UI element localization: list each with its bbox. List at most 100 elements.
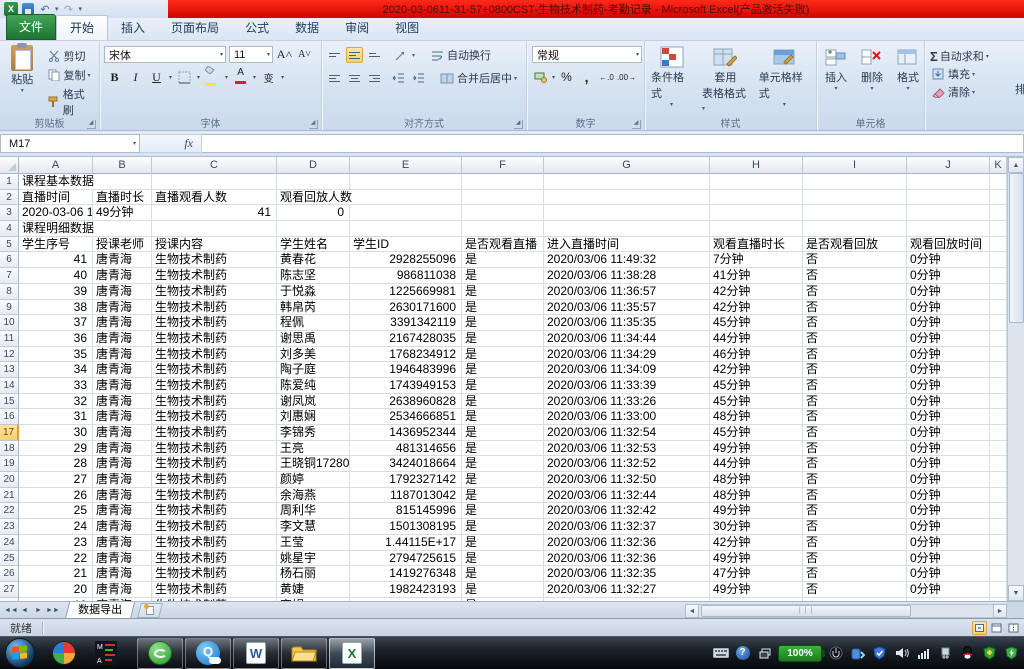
row-header[interactable]: 5 xyxy=(0,237,19,253)
cell[interactable]: 余海燕 xyxy=(277,488,350,504)
paste-dropdown[interactable]: ▾ xyxy=(21,87,24,94)
row-header[interactable]: 2 xyxy=(0,190,19,206)
keyboard-icon[interactable] xyxy=(712,645,729,662)
insert-function-button[interactable]: fx xyxy=(140,134,202,153)
row-header[interactable]: 15 xyxy=(0,394,19,410)
phonetic-guide-button[interactable]: 变 xyxy=(260,69,277,85)
format-as-table-button[interactable]: 套用 表格格式 ▾ xyxy=(698,43,753,117)
network-signal-icon[interactable] xyxy=(915,645,932,662)
cell[interactable]: 1768234912 xyxy=(350,347,462,363)
font-size-select[interactable]: 11▾ xyxy=(229,46,273,63)
cell[interactable]: 黄春花 xyxy=(277,252,350,268)
cell[interactable]: 王晓铜172801 xyxy=(277,456,350,472)
cell[interactable] xyxy=(990,284,1007,300)
merge-center-dropdown[interactable]: ▾ xyxy=(514,75,517,82)
cell[interactable] xyxy=(990,268,1007,284)
cell[interactable]: 41分钟 xyxy=(710,268,803,284)
row-header[interactable]: 16 xyxy=(0,409,19,425)
cell[interactable]: 0分钟 xyxy=(907,551,990,567)
cell[interactable]: 刘惠娴 xyxy=(277,409,350,425)
cell[interactable]: 0分钟 xyxy=(907,488,990,504)
cell[interactable]: 是 xyxy=(462,284,544,300)
cell[interactable]: 唐青海 xyxy=(93,394,152,410)
cell[interactable]: 42分钟 xyxy=(710,362,803,378)
cell[interactable]: 1946483996 xyxy=(350,362,462,378)
cell[interactable] xyxy=(990,394,1007,410)
cell[interactable]: 陈志坚 xyxy=(277,268,350,284)
cell[interactable]: 2020/03/06 11:32:53 xyxy=(544,441,710,457)
cell[interactable]: 否 xyxy=(803,300,907,316)
cell[interactable] xyxy=(990,566,1007,582)
cell[interactable]: 否 xyxy=(803,252,907,268)
cell[interactable]: 0分钟 xyxy=(907,441,990,457)
cell[interactable]: 是 xyxy=(462,394,544,410)
cell[interactable]: 2534666851 xyxy=(350,409,462,425)
cell[interactable]: 29 xyxy=(19,441,93,457)
cell[interactable]: 是否观看直播 xyxy=(462,237,544,253)
cell[interactable]: 2020/03/06 11:32:54 xyxy=(544,425,710,441)
cell[interactable]: 2020/03/06 11:35:57 xyxy=(544,300,710,316)
cell[interactable]: 否 xyxy=(803,535,907,551)
cell[interactable]: 481314656 xyxy=(350,441,462,457)
battery-indicator[interactable]: 100% xyxy=(778,645,822,662)
column-header[interactable]: C xyxy=(152,157,277,174)
cell[interactable] xyxy=(462,174,544,190)
cell[interactable]: 观看回放人数 xyxy=(277,190,350,206)
cell[interactable]: 23 xyxy=(19,535,93,551)
decrease-decimal-button[interactable]: .00→ xyxy=(618,69,635,85)
shrink-font-button[interactable]: A˅ xyxy=(296,46,313,62)
delete-dropdown[interactable]: ▾ xyxy=(870,85,873,92)
cell[interactable]: 否 xyxy=(803,378,907,394)
cell[interactable]: 唐青海 xyxy=(93,519,152,535)
row-header[interactable]: 8 xyxy=(0,284,19,300)
cell[interactable]: 2020/03/06 11:32:36 xyxy=(544,535,710,551)
cell[interactable]: 0分钟 xyxy=(907,566,990,582)
cell[interactable]: 38 xyxy=(19,300,93,316)
row-header[interactable]: 24 xyxy=(0,535,19,551)
cell[interactable] xyxy=(803,221,907,237)
undo-dropdown[interactable]: ▾ xyxy=(55,5,59,13)
cell[interactable]: 直播时长 xyxy=(93,190,152,206)
cell[interactable]: 生物技术制药 xyxy=(152,284,277,300)
cell[interactable]: 2020/03/06 11:34:09 xyxy=(544,362,710,378)
cell[interactable]: 2020/03/06 11:32:37 xyxy=(544,519,710,535)
cell[interactable]: 是 xyxy=(462,535,544,551)
column-header[interactable]: G xyxy=(544,157,710,174)
cell[interactable]: 0分钟 xyxy=(907,519,990,535)
cell[interactable]: 否 xyxy=(803,425,907,441)
cell[interactable]: 生物技术制药 xyxy=(152,409,277,425)
cell[interactable] xyxy=(350,221,462,237)
format-painter-button[interactable]: 格式刷 xyxy=(43,85,98,119)
cell[interactable]: 0分钟 xyxy=(907,582,990,598)
cell[interactable]: 2020/03/06 11:32:27 xyxy=(544,582,710,598)
cell[interactable]: 2020/03/06 11:32:50 xyxy=(544,472,710,488)
vertical-scrollbar[interactable]: ▲ ▼ xyxy=(1007,157,1024,601)
cell[interactable]: 直播观看人数 xyxy=(152,190,277,206)
cell[interactable] xyxy=(990,347,1007,363)
cell[interactable]: 35 xyxy=(19,347,93,363)
cell[interactable] xyxy=(990,378,1007,394)
row-header[interactable]: 20 xyxy=(0,472,19,488)
sort-filter-clipped-label[interactable]: 排 xyxy=(1015,81,1024,97)
row-header[interactable]: 18 xyxy=(0,441,19,457)
number-format-select[interactable]: 常规▾ xyxy=(532,46,642,63)
borders-button[interactable] xyxy=(176,69,193,85)
align-right-button[interactable] xyxy=(366,70,383,86)
underline-button[interactable]: U xyxy=(148,69,165,85)
fill-color-dropdown[interactable]: ▾ xyxy=(225,74,228,81)
copy-button[interactable]: 复制▾ xyxy=(43,66,98,84)
cell[interactable] xyxy=(350,190,462,206)
qq-penguin-icon[interactable] xyxy=(959,645,976,662)
orientation-button[interactable] xyxy=(392,47,409,63)
power-plug-icon[interactable] xyxy=(827,645,844,662)
cell[interactable]: 28 xyxy=(19,456,93,472)
cell[interactable]: 是 xyxy=(462,331,544,347)
cell[interactable]: 2794725615 xyxy=(350,551,462,567)
cell[interactable]: 24 xyxy=(19,519,93,535)
cell[interactable]: 唐青海 xyxy=(93,347,152,363)
cell[interactable]: 学生ID xyxy=(350,237,462,253)
cell[interactable]: 49分钟 xyxy=(710,441,803,457)
taskbar-pinwheel-app[interactable] xyxy=(44,638,84,669)
cell[interactable] xyxy=(462,221,544,237)
cell[interactable]: 生物技术制药 xyxy=(152,425,277,441)
